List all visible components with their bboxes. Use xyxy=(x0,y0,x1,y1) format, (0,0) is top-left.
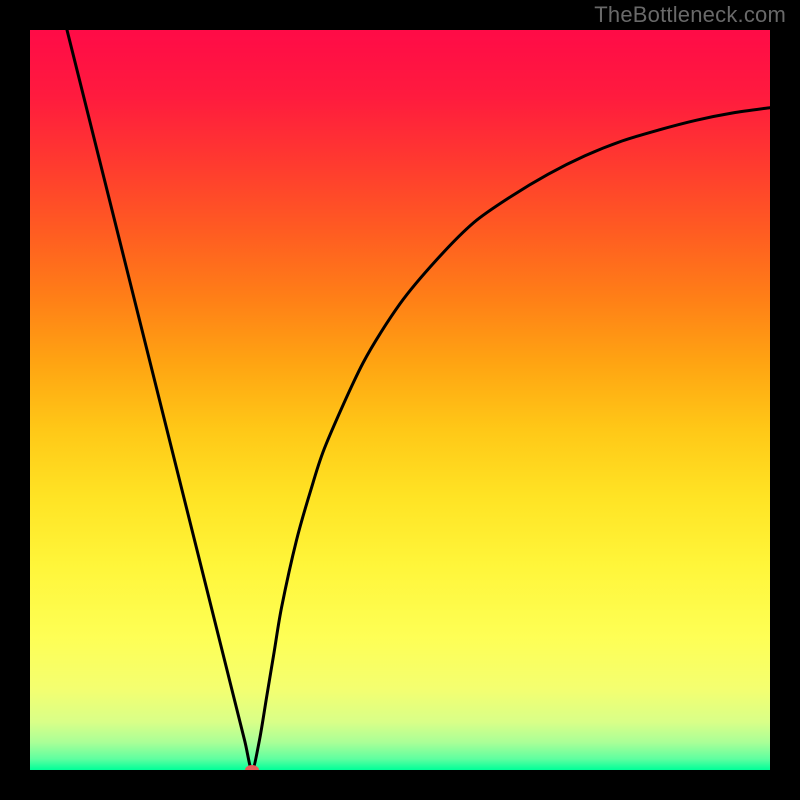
chart-svg xyxy=(30,30,770,770)
plot-area xyxy=(30,30,770,770)
chart-frame: TheBottleneck.com xyxy=(0,0,800,800)
watermark-text: TheBottleneck.com xyxy=(594,2,786,28)
gradient-background xyxy=(30,30,770,770)
